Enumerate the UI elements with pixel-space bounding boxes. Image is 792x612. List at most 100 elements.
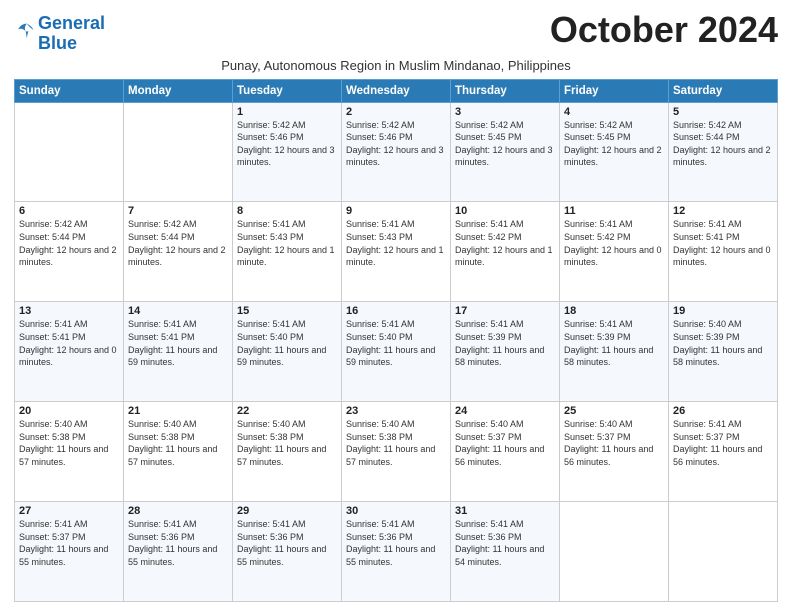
page: General Blue October 2024 Punay, Autonom… [0,0,792,612]
day-header: Friday [560,79,669,102]
day-info: Sunrise: 5:41 AM Sunset: 5:42 PM Dayligh… [455,218,555,268]
day-cell: 15Sunrise: 5:41 AM Sunset: 5:40 PM Dayli… [233,302,342,402]
day-cell: 19Sunrise: 5:40 AM Sunset: 5:39 PM Dayli… [669,302,778,402]
day-info: Sunrise: 5:42 AM Sunset: 5:45 PM Dayligh… [455,119,555,169]
day-info: Sunrise: 5:40 AM Sunset: 5:37 PM Dayligh… [564,418,664,468]
day-info: Sunrise: 5:41 AM Sunset: 5:39 PM Dayligh… [564,318,664,368]
week-row: 1Sunrise: 5:42 AM Sunset: 5:46 PM Daylig… [15,102,778,202]
week-row: 20Sunrise: 5:40 AM Sunset: 5:38 PM Dayli… [15,402,778,502]
day-info: Sunrise: 5:41 AM Sunset: 5:36 PM Dayligh… [128,518,228,568]
day-cell: 30Sunrise: 5:41 AM Sunset: 5:36 PM Dayli… [342,502,451,602]
day-info: Sunrise: 5:41 AM Sunset: 5:41 PM Dayligh… [19,318,119,368]
logo-general: General [38,13,105,33]
day-number: 25 [564,405,664,417]
day-cell: 4Sunrise: 5:42 AM Sunset: 5:45 PM Daylig… [560,102,669,202]
day-info: Sunrise: 5:42 AM Sunset: 5:45 PM Dayligh… [564,119,664,169]
day-cell: 18Sunrise: 5:41 AM Sunset: 5:39 PM Dayli… [560,302,669,402]
day-info: Sunrise: 5:41 AM Sunset: 5:40 PM Dayligh… [346,318,446,368]
day-cell: 6Sunrise: 5:42 AM Sunset: 5:44 PM Daylig… [15,202,124,302]
day-cell: 8Sunrise: 5:41 AM Sunset: 5:43 PM Daylig… [233,202,342,302]
day-cell: 28Sunrise: 5:41 AM Sunset: 5:36 PM Dayli… [124,502,233,602]
week-row: 13Sunrise: 5:41 AM Sunset: 5:41 PM Dayli… [15,302,778,402]
day-info: Sunrise: 5:41 AM Sunset: 5:37 PM Dayligh… [673,418,773,468]
day-header: Monday [124,79,233,102]
day-number: 2 [346,106,446,118]
day-cell: 21Sunrise: 5:40 AM Sunset: 5:38 PM Dayli… [124,402,233,502]
day-cell: 14Sunrise: 5:41 AM Sunset: 5:41 PM Dayli… [124,302,233,402]
day-number: 22 [237,405,337,417]
day-number: 5 [673,106,773,118]
day-number: 10 [455,205,555,217]
day-cell: 12Sunrise: 5:41 AM Sunset: 5:41 PM Dayli… [669,202,778,302]
day-number: 6 [19,205,119,217]
day-cell: 27Sunrise: 5:41 AM Sunset: 5:37 PM Dayli… [15,502,124,602]
day-number: 8 [237,205,337,217]
week-row: 27Sunrise: 5:41 AM Sunset: 5:37 PM Dayli… [15,502,778,602]
day-number: 15 [237,305,337,317]
day-number: 1 [237,106,337,118]
week-row: 6Sunrise: 5:42 AM Sunset: 5:44 PM Daylig… [15,202,778,302]
subtitle: Punay, Autonomous Region in Muslim Minda… [14,58,778,73]
day-cell [669,502,778,602]
day-info: Sunrise: 5:41 AM Sunset: 5:42 PM Dayligh… [564,218,664,268]
day-header: Tuesday [233,79,342,102]
month-title: October 2024 [550,10,778,50]
day-info: Sunrise: 5:41 AM Sunset: 5:36 PM Dayligh… [237,518,337,568]
day-number: 24 [455,405,555,417]
day-info: Sunrise: 5:40 AM Sunset: 5:38 PM Dayligh… [19,418,119,468]
logo-icon [16,20,38,42]
day-cell: 22Sunrise: 5:40 AM Sunset: 5:38 PM Dayli… [233,402,342,502]
day-cell: 17Sunrise: 5:41 AM Sunset: 5:39 PM Dayli… [451,302,560,402]
day-info: Sunrise: 5:42 AM Sunset: 5:46 PM Dayligh… [237,119,337,169]
day-cell [560,502,669,602]
day-number: 7 [128,205,228,217]
day-number: 27 [19,505,119,517]
day-cell: 23Sunrise: 5:40 AM Sunset: 5:38 PM Dayli… [342,402,451,502]
day-number: 23 [346,405,446,417]
day-info: Sunrise: 5:40 AM Sunset: 5:38 PM Dayligh… [237,418,337,468]
day-cell: 2Sunrise: 5:42 AM Sunset: 5:46 PM Daylig… [342,102,451,202]
day-cell: 11Sunrise: 5:41 AM Sunset: 5:42 PM Dayli… [560,202,669,302]
title-section: October 2024 [550,10,778,50]
day-number: 19 [673,305,773,317]
day-info: Sunrise: 5:41 AM Sunset: 5:41 PM Dayligh… [128,318,228,368]
day-info: Sunrise: 5:41 AM Sunset: 5:37 PM Dayligh… [19,518,119,568]
day-cell: 1Sunrise: 5:42 AM Sunset: 5:46 PM Daylig… [233,102,342,202]
day-cell: 25Sunrise: 5:40 AM Sunset: 5:37 PM Dayli… [560,402,669,502]
day-number: 9 [346,205,446,217]
day-info: Sunrise: 5:41 AM Sunset: 5:40 PM Dayligh… [237,318,337,368]
day-info: Sunrise: 5:41 AM Sunset: 5:39 PM Dayligh… [455,318,555,368]
day-cell: 29Sunrise: 5:41 AM Sunset: 5:36 PM Dayli… [233,502,342,602]
header-row: SundayMondayTuesdayWednesdayThursdayFrid… [15,79,778,102]
day-cell [124,102,233,202]
day-cell [15,102,124,202]
day-number: 17 [455,305,555,317]
header: General Blue October 2024 [14,10,778,54]
day-number: 14 [128,305,228,317]
day-header: Wednesday [342,79,451,102]
day-number: 21 [128,405,228,417]
day-cell: 31Sunrise: 5:41 AM Sunset: 5:36 PM Dayli… [451,502,560,602]
day-info: Sunrise: 5:42 AM Sunset: 5:44 PM Dayligh… [19,218,119,268]
day-info: Sunrise: 5:41 AM Sunset: 5:36 PM Dayligh… [346,518,446,568]
day-number: 16 [346,305,446,317]
day-info: Sunrise: 5:40 AM Sunset: 5:38 PM Dayligh… [346,418,446,468]
day-cell: 13Sunrise: 5:41 AM Sunset: 5:41 PM Dayli… [15,302,124,402]
day-number: 4 [564,106,664,118]
day-cell: 7Sunrise: 5:42 AM Sunset: 5:44 PM Daylig… [124,202,233,302]
day-info: Sunrise: 5:42 AM Sunset: 5:46 PM Dayligh… [346,119,446,169]
day-number: 29 [237,505,337,517]
day-info: Sunrise: 5:40 AM Sunset: 5:39 PM Dayligh… [673,318,773,368]
day-number: 18 [564,305,664,317]
day-header: Thursday [451,79,560,102]
day-number: 11 [564,205,664,217]
logo-text: General Blue [38,14,105,54]
day-cell: 5Sunrise: 5:42 AM Sunset: 5:44 PM Daylig… [669,102,778,202]
logo: General Blue [14,14,105,54]
day-number: 3 [455,106,555,118]
calendar: SundayMondayTuesdayWednesdayThursdayFrid… [14,79,778,602]
day-info: Sunrise: 5:41 AM Sunset: 5:36 PM Dayligh… [455,518,555,568]
day-cell: 9Sunrise: 5:41 AM Sunset: 5:43 PM Daylig… [342,202,451,302]
day-cell: 10Sunrise: 5:41 AM Sunset: 5:42 PM Dayli… [451,202,560,302]
day-info: Sunrise: 5:40 AM Sunset: 5:37 PM Dayligh… [455,418,555,468]
